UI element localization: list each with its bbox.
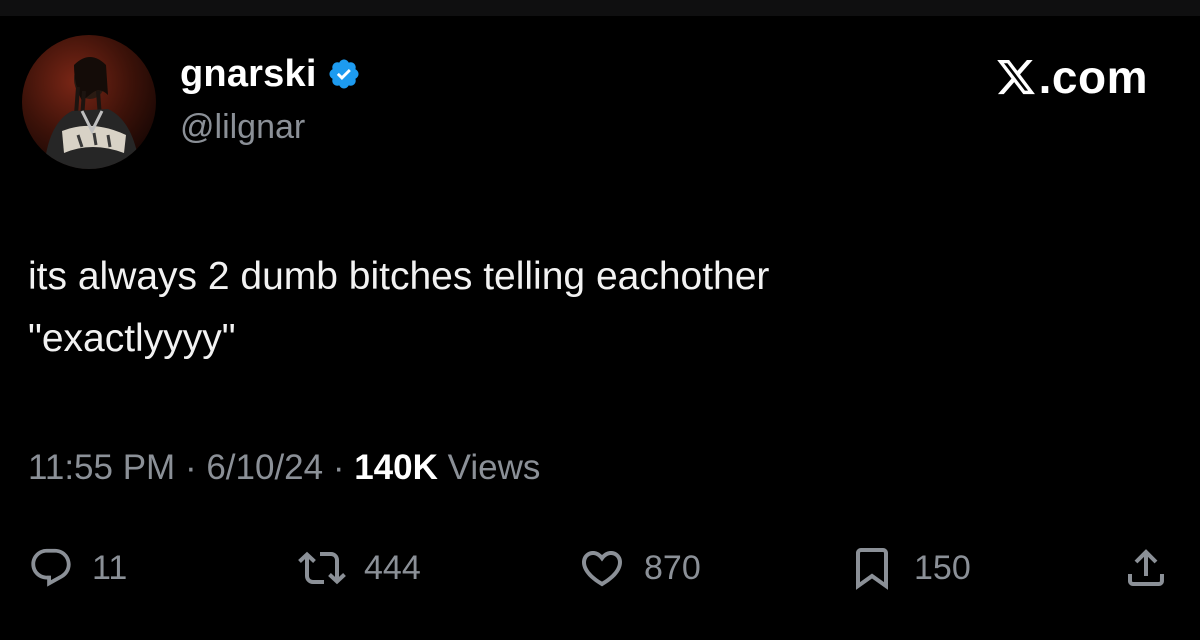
bookmark-icon — [856, 548, 888, 590]
x-brand-logo: .com — [995, 50, 1148, 104]
reply-count: 11 — [92, 548, 128, 587]
repost-count: 444 — [364, 548, 421, 587]
tweet-line-2: "exactlyyyy" — [28, 317, 236, 360]
author-name-row[interactable]: gnarski — [180, 52, 361, 96]
action-bar: 11 444 870 150 — [0, 540, 1200, 596]
brand-text: .com — [1038, 51, 1148, 103]
author-handle[interactable]: @lilgnar — [180, 108, 305, 147]
verified-badge-icon — [327, 57, 361, 91]
repost-icon — [298, 551, 346, 585]
tweet-date[interactable]: 6/10/24 — [206, 448, 323, 487]
bookmark-count: 150 — [914, 548, 971, 587]
heart-icon — [581, 551, 623, 587]
like-count: 870 — [644, 548, 701, 587]
tweet-line-1: its always 2 dumb bitches telling eachot… — [28, 255, 770, 298]
avatar[interactable] — [22, 35, 156, 169]
repost-button[interactable]: 444 — [298, 540, 421, 596]
top-strip — [0, 0, 1200, 16]
share-icon — [1128, 549, 1164, 586]
x-logo-icon — [996, 59, 1035, 95]
views-count: 140K — [354, 448, 438, 487]
tweet-body: its always 2 dumb bitches telling eachot… — [28, 246, 1148, 370]
share-button[interactable] — [1122, 540, 1170, 596]
meta-separator: · — [323, 448, 355, 487]
avatar-image — [22, 35, 156, 169]
like-button[interactable]: 870 — [578, 540, 701, 596]
tweet-meta: 11:55 PM · 6/10/24 · 140K Views — [28, 448, 540, 488]
meta-separator: · — [175, 448, 207, 487]
tweet-time[interactable]: 11:55 PM — [28, 448, 175, 487]
reply-icon — [31, 548, 71, 587]
reply-button[interactable]: 11 — [28, 540, 127, 596]
views-label: Views — [437, 448, 541, 487]
display-name[interactable]: gnarski — [180, 53, 317, 96]
bookmark-button[interactable]: 150 — [848, 540, 971, 596]
